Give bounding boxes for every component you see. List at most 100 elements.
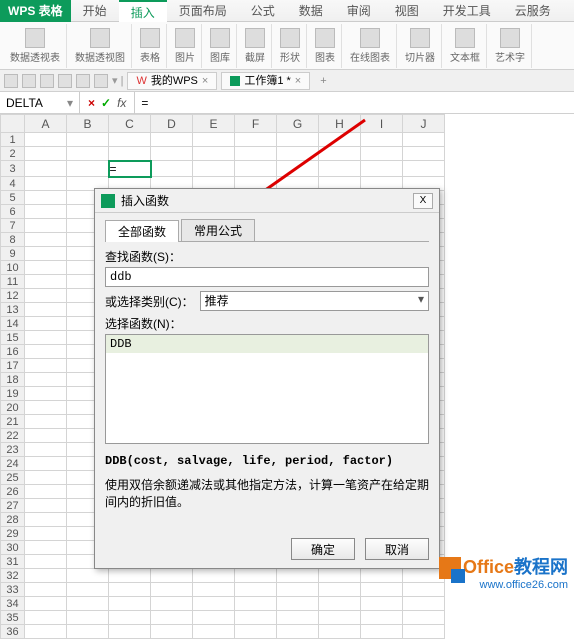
row-header[interactable]: 17 xyxy=(1,359,25,373)
cell[interactable] xyxy=(361,597,403,611)
cell[interactable] xyxy=(403,611,445,625)
ribbon-group[interactable]: 数据透视图 xyxy=(69,24,132,68)
cell[interactable] xyxy=(25,303,67,317)
cell[interactable] xyxy=(25,513,67,527)
cell[interactable] xyxy=(235,625,277,639)
qat-icon[interactable] xyxy=(94,74,108,88)
row-header[interactable]: 32 xyxy=(1,569,25,583)
cell[interactable] xyxy=(25,555,67,569)
cell[interactable] xyxy=(277,625,319,639)
cell[interactable] xyxy=(193,569,235,583)
row-header[interactable]: 1 xyxy=(1,133,25,147)
cell[interactable] xyxy=(25,373,67,387)
cell[interactable] xyxy=(151,569,193,583)
cell[interactable] xyxy=(235,597,277,611)
ribbon-group[interactable]: 图表 xyxy=(309,24,342,68)
cell[interactable] xyxy=(109,147,151,161)
cell[interactable] xyxy=(25,541,67,555)
cell[interactable] xyxy=(25,415,67,429)
cell[interactable] xyxy=(67,597,109,611)
dialog-titlebar[interactable]: 插入函数 X xyxy=(95,189,439,213)
cell[interactable] xyxy=(25,387,67,401)
row-header[interactable]: 23 xyxy=(1,443,25,457)
cell[interactable] xyxy=(277,133,319,147)
cell[interactable] xyxy=(193,597,235,611)
add-tab-button[interactable]: + xyxy=(314,75,332,87)
qat-icon[interactable] xyxy=(40,74,54,88)
row-header[interactable]: 10 xyxy=(1,261,25,275)
cell[interactable] xyxy=(277,583,319,597)
cell[interactable] xyxy=(193,611,235,625)
row-header[interactable]: 25 xyxy=(1,471,25,485)
menu-tab-8[interactable]: 云服务 xyxy=(503,0,563,22)
ribbon-group[interactable]: 表格 xyxy=(134,24,167,68)
column-header[interactable]: D xyxy=(151,115,193,133)
cell[interactable] xyxy=(25,485,67,499)
cell[interactable] xyxy=(25,289,67,303)
cell[interactable] xyxy=(67,569,109,583)
cell[interactable] xyxy=(25,625,67,639)
cell[interactable] xyxy=(361,161,403,177)
cell[interactable] xyxy=(25,471,67,485)
cell[interactable] xyxy=(235,583,277,597)
cell[interactable] xyxy=(25,191,67,205)
cell[interactable] xyxy=(67,625,109,639)
row-header[interactable]: 27 xyxy=(1,499,25,513)
cell[interactable] xyxy=(67,161,109,177)
cell[interactable] xyxy=(151,147,193,161)
cell[interactable] xyxy=(25,219,67,233)
tab-common-formulas[interactable]: 常用公式 xyxy=(181,219,255,241)
row-header[interactable]: 20 xyxy=(1,401,25,415)
cell[interactable] xyxy=(67,147,109,161)
cell[interactable] xyxy=(25,205,67,219)
cell[interactable] xyxy=(193,133,235,147)
cell[interactable] xyxy=(193,625,235,639)
row-header[interactable]: 14 xyxy=(1,317,25,331)
cell[interactable] xyxy=(109,583,151,597)
cell[interactable] xyxy=(319,133,361,147)
menu-tab-4[interactable]: 数据 xyxy=(287,0,335,22)
menu-tab-0[interactable]: 开始 xyxy=(71,0,119,22)
cell[interactable] xyxy=(235,161,277,177)
cancel-formula-icon[interactable]: × xyxy=(88,96,95,110)
cell[interactable] xyxy=(25,569,67,583)
cell[interactable] xyxy=(151,161,193,177)
row-header[interactable]: 9 xyxy=(1,247,25,261)
cell[interactable] xyxy=(151,625,193,639)
row-header[interactable]: 31 xyxy=(1,555,25,569)
cell[interactable] xyxy=(25,499,67,513)
row-header[interactable]: 4 xyxy=(1,177,25,191)
column-header[interactable]: G xyxy=(277,115,319,133)
qat-icon[interactable] xyxy=(4,74,18,88)
cell[interactable] xyxy=(67,583,109,597)
row-header[interactable]: 21 xyxy=(1,415,25,429)
row-header[interactable]: 22 xyxy=(1,429,25,443)
cell[interactable] xyxy=(235,569,277,583)
ribbon-group[interactable]: 图片 xyxy=(169,24,202,68)
row-header[interactable]: 12 xyxy=(1,289,25,303)
cell[interactable] xyxy=(277,569,319,583)
cell[interactable] xyxy=(109,133,151,147)
ribbon-group[interactable]: 在线图表 xyxy=(344,24,397,68)
cell[interactable] xyxy=(25,443,67,457)
name-box[interactable]: DELTA ▾ xyxy=(0,92,80,114)
column-header[interactable]: F xyxy=(235,115,277,133)
close-icon[interactable]: X xyxy=(413,193,433,209)
menu-tab-7[interactable]: 开发工具 xyxy=(431,0,503,22)
row-header[interactable]: 30 xyxy=(1,541,25,555)
row-header[interactable]: 18 xyxy=(1,373,25,387)
cell[interactable] xyxy=(235,147,277,161)
cell[interactable] xyxy=(25,331,67,345)
formula-input[interactable]: = xyxy=(135,96,574,110)
ribbon-group[interactable]: 图库 xyxy=(204,24,237,68)
menu-tab-5[interactable]: 审阅 xyxy=(335,0,383,22)
cell[interactable] xyxy=(25,177,67,191)
cell[interactable] xyxy=(109,625,151,639)
cell[interactable] xyxy=(25,161,67,177)
qat-icon[interactable] xyxy=(58,74,72,88)
row-header[interactable]: 34 xyxy=(1,597,25,611)
cell[interactable] xyxy=(25,359,67,373)
cell[interactable] xyxy=(361,569,403,583)
cell[interactable] xyxy=(403,133,445,147)
row-header[interactable]: 33 xyxy=(1,583,25,597)
